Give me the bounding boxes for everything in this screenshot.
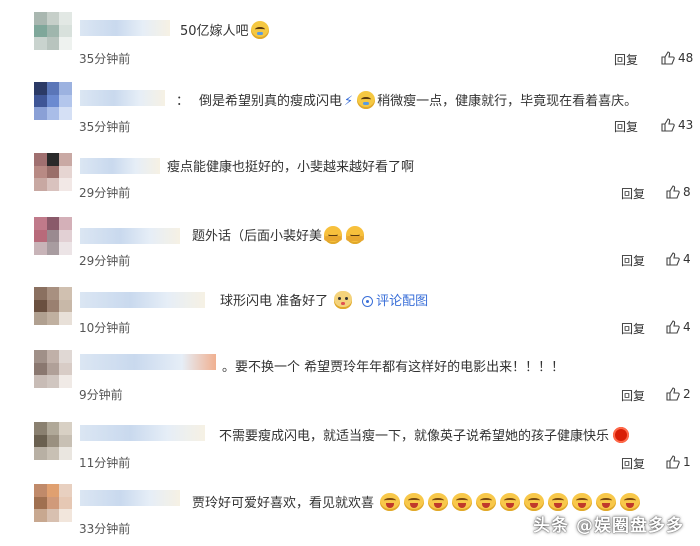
lightning-icon: ⚡	[344, 94, 354, 109]
cheer-emoji-icon	[404, 493, 425, 511]
comment-text: 球形闪电 准备好了 评论配图	[220, 291, 428, 311]
cheer-emoji-icon	[548, 493, 569, 511]
like-button[interactable]: 8	[666, 185, 691, 199]
timestamp: 11分钟前	[79, 456, 131, 470]
like-count: 8	[683, 185, 691, 199]
comment-item: ：倒是希望别真的瘦成闪电 ⚡ 稍微瘦一点，健康就行，毕竟现在看着喜庆。 35分钟前 …	[0, 68, 700, 136]
comment-body-continued: 稍微瘦一点，健康就行，毕竟现在看着喜庆。	[377, 94, 638, 109]
comment-image-link[interactable]: 评论配图	[376, 294, 428, 309]
thumbs-up-icon	[661, 118, 675, 132]
comment-item: 50亿嫁人吧 35分钟前 回复 48	[0, 0, 700, 68]
timestamp: 29分钟前	[79, 186, 131, 200]
reply-button[interactable]: 回复	[621, 455, 645, 472]
cheer-emoji-icon	[596, 493, 617, 511]
avatar[interactable]	[34, 422, 72, 460]
comment-body: 不需要瘦成闪电，就适当瘦一下，就像英子说希望她的孩子健康快乐	[219, 429, 610, 444]
watermark: 头条 @娱圈盘多多	[533, 516, 684, 536]
comment-body: 倒是希望别真的瘦成闪电	[199, 94, 343, 109]
avatar[interactable]	[34, 350, 72, 388]
comment-item: 球形闪电 准备好了 评论配图 10分钟前 回复 4	[0, 272, 700, 340]
username-blurred[interactable]	[80, 90, 165, 106]
thumbs-up-icon	[666, 185, 680, 199]
reply-button[interactable]: 回复	[621, 185, 645, 202]
thumbs-up-icon	[666, 252, 680, 266]
comment-body: 题外话（后面小裴好美	[192, 229, 323, 244]
like-button[interactable]: 43	[661, 118, 693, 132]
avatar[interactable]	[34, 12, 72, 50]
reply-button[interactable]: 回复	[614, 118, 638, 135]
timestamp: 35分钟前	[79, 120, 131, 134]
reply-button[interactable]: 回复	[621, 320, 645, 337]
cry-emoji-icon	[357, 91, 376, 109]
comment-text: 50亿嫁人吧	[180, 21, 271, 41]
hug-emoji-icon	[324, 226, 343, 244]
like-count: 48	[678, 51, 694, 65]
doge-emoji-icon	[334, 291, 353, 309]
reply-button[interactable]: 回复	[621, 252, 645, 269]
cheer-emoji-icon	[452, 493, 473, 511]
comment-body: 贾玲好可爱好喜欢，看见就欢喜	[192, 496, 375, 511]
flower-emoji-icon	[613, 427, 630, 443]
username-blurred[interactable]	[80, 354, 216, 370]
comment-text: 不需要瘦成闪电，就适当瘦一下，就像英子说希望她的孩子健康快乐	[219, 427, 630, 446]
cheer-emoji-icon	[620, 493, 641, 511]
username-blurred[interactable]	[80, 158, 160, 174]
cheer-emoji-icon	[500, 493, 521, 511]
comment-text: ： 倒是希望别真的瘦成闪电 ⚡ 稍微瘦一点，健康就行，毕竟现在看着喜庆。	[176, 91, 637, 111]
comment-text: 贾玲好可爱好喜欢，看见就欢喜	[192, 493, 642, 513]
like-button[interactable]: 1	[666, 455, 691, 469]
comment-item: 。要不换一个 希望贾玲年年都有这样好的电影出来！！！！ 9分钟前 回复 2	[0, 340, 700, 408]
thumbs-up-icon	[666, 455, 680, 469]
comment-item: 不需要瘦成闪电，就适当瘦一下，就像英子说希望她的孩子健康快乐 11分钟前 回复 …	[0, 408, 700, 476]
avatar[interactable]	[34, 217, 72, 255]
timestamp: 29分钟前	[79, 254, 131, 268]
cheer-emoji-icon	[428, 493, 449, 511]
like-count: 2	[683, 387, 691, 401]
thumbs-up-icon	[666, 387, 680, 401]
username-blurred[interactable]	[80, 228, 180, 244]
like-button[interactable]: 4	[666, 252, 691, 266]
like-count: 4	[683, 320, 691, 334]
thumbs-up-icon	[661, 51, 675, 65]
like-button[interactable]: 48	[661, 51, 693, 65]
comment-item: 题外话（后面小裴好美 29分钟前 回复 4	[0, 204, 700, 272]
cheer-emoji-icon	[524, 493, 545, 511]
comment-body: 50亿嫁人吧	[180, 24, 249, 39]
timestamp: 9分钟前	[79, 388, 123, 402]
thumbs-up-icon	[666, 320, 680, 334]
comment-text: 瘦点能健康也挺好的，小斐越来越好看了啊	[167, 160, 415, 175]
image-link-icon	[362, 296, 374, 307]
avatar[interactable]	[34, 287, 72, 325]
comment-body: 球形闪电 准备好了	[220, 294, 329, 309]
comment-text: 题外话（后面小裴好美	[192, 226, 366, 246]
reply-button[interactable]: 回复	[614, 51, 638, 68]
like-button[interactable]: 4	[666, 320, 691, 334]
avatar[interactable]	[34, 82, 72, 120]
like-count: 4	[683, 252, 691, 266]
like-count: 1	[683, 455, 691, 469]
avatar[interactable]	[34, 484, 72, 522]
avatar[interactable]	[34, 153, 72, 191]
cheer-emoji-icon	[572, 493, 593, 511]
comment-item: 瘦点能健康也挺好的，小斐越来越好看了啊 29分钟前 回复 8	[0, 136, 700, 204]
like-count: 43	[678, 118, 694, 132]
timestamp: 33分钟前	[79, 522, 131, 536]
cheer-emoji-icon	[380, 493, 401, 511]
username-blurred[interactable]	[80, 490, 180, 506]
timestamp: 35分钟前	[79, 52, 131, 66]
username-blurred[interactable]	[80, 20, 170, 36]
reply-button[interactable]: 回复	[621, 387, 645, 404]
username-blurred[interactable]	[80, 425, 205, 441]
username-blurred[interactable]	[80, 292, 205, 308]
timestamp: 10分钟前	[79, 321, 131, 335]
cheer-emoji-icon	[476, 493, 497, 511]
comment-text: 。要不换一个 希望贾玲年年都有这样好的电影出来！！！！	[222, 360, 565, 375]
like-button[interactable]: 2	[666, 387, 691, 401]
cry-emoji-icon	[250, 21, 269, 39]
hug-emoji-icon	[346, 226, 365, 244]
comment-prefix: ：	[176, 94, 190, 109]
